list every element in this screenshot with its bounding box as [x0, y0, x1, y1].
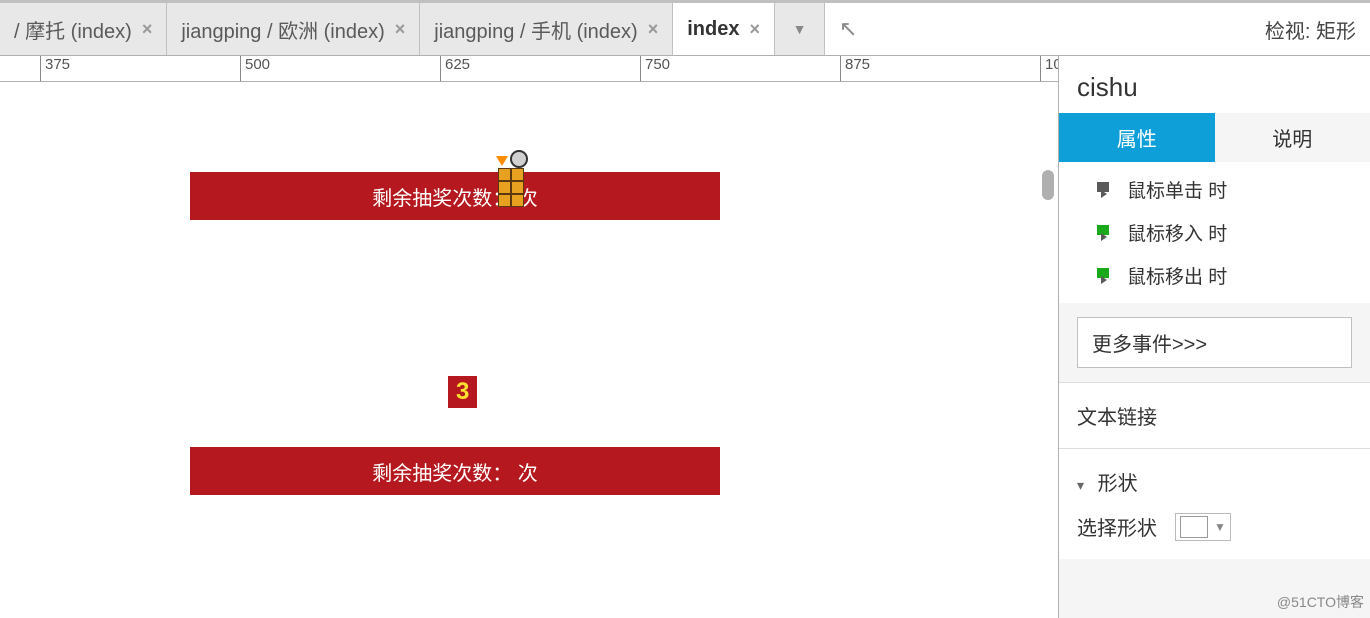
cursor-in-icon — [1097, 225, 1117, 241]
tab-phone[interactable]: jiangping / 手机 (index) × — [420, 3, 673, 55]
section-label: 文本链接 — [1077, 407, 1157, 429]
ruler-tick: 10 — [1040, 56, 1058, 81]
shape-selector-row: 选择形状 ▼ — [1077, 512, 1352, 541]
tab-europe[interactable]: jiangping / 欧洲 (index) × — [167, 3, 420, 55]
tab-label: jiangping / 欧洲 (index) — [181, 15, 384, 44]
cishu-widget[interactable]: 3 — [448, 376, 477, 408]
tab-moto[interactable]: / 摩托 (index) × — [0, 3, 167, 55]
close-icon[interactable]: × — [395, 19, 406, 40]
right-toolbar: ↖ 检视: 矩形 — [825, 3, 1370, 55]
horizontal-ruler: 375 500 625 750 875 10 — [0, 56, 1058, 82]
number-value: 3 — [456, 378, 469, 405]
section-label: 形状 — [1098, 473, 1138, 495]
tab-dropdown-button[interactable]: ▼ — [775, 3, 825, 55]
text-link-section[interactable]: 文本链接 — [1059, 382, 1370, 448]
event-label: 鼠标单击 时 — [1127, 176, 1227, 203]
workspace: 375 500 625 750 875 10 剩余抽奖次数： 次 3 — [0, 56, 1370, 618]
cursor-icon — [1097, 182, 1117, 198]
shape-dropdown[interactable]: ▼ — [1175, 513, 1231, 541]
event-mouseenter[interactable]: 鼠标移入 时 — [1059, 211, 1370, 254]
chevron-down-icon: ▼ — [1214, 520, 1226, 534]
canvas-area[interactable]: 375 500 625 750 875 10 剩余抽奖次数： 次 3 — [0, 56, 1058, 618]
lottery-count-bar-2[interactable]: 剩余抽奖次数： 次 — [190, 447, 720, 495]
ruler-tick: 500 — [240, 56, 270, 81]
select-shape-label: 选择形状 — [1077, 512, 1157, 541]
tab-properties[interactable]: 属性 — [1059, 113, 1215, 162]
tab-index[interactable]: index × — [673, 3, 775, 55]
arrow-upleft-icon[interactable]: ↖ — [839, 16, 857, 42]
tab-label: / 摩托 (index) — [14, 15, 132, 44]
ruler-tick: 750 — [640, 56, 670, 81]
shape-section[interactable]: ▾ 形状 选择形状 ▼ — [1059, 448, 1370, 559]
tab-label: index — [687, 18, 739, 41]
ruler-tick: 625 — [440, 56, 470, 81]
stack-icon — [498, 168, 524, 207]
more-events-button[interactable]: 更多事件>>> — [1077, 317, 1352, 368]
event-click[interactable]: 鼠标单击 时 — [1059, 168, 1370, 211]
close-icon[interactable]: × — [648, 19, 659, 40]
inspector-panel: cishu 属性 说明 鼠标单击 时 鼠标移入 时 鼠标移出 时 更多事件>>>… — [1058, 56, 1370, 618]
cursor-out-icon — [1097, 268, 1117, 284]
close-icon[interactable]: × — [142, 19, 153, 40]
widget-name[interactable]: cishu — [1059, 56, 1370, 113]
shape-swatch-icon — [1180, 516, 1208, 538]
canvas[interactable]: 剩余抽奖次数： 次 3 剩余抽奖次数： 次 — [0, 82, 1058, 618]
panel-tabs: 属性 说明 — [1059, 113, 1370, 162]
close-icon[interactable]: × — [749, 19, 760, 40]
ruler-tick: 375 — [40, 56, 70, 81]
lottery-count-bar-1[interactable]: 剩余抽奖次数： 次 — [190, 172, 720, 220]
tab-label: jiangping / 手机 (index) — [434, 15, 637, 44]
tab-notes[interactable]: 说明 — [1215, 113, 1370, 162]
event-label: 鼠标移出 时 — [1127, 262, 1227, 289]
watermark: @51CTO博客 — [1277, 592, 1364, 612]
scrollbar-thumb[interactable] — [1042, 170, 1054, 200]
bar-text: 剩余抽奖次数： 次 — [372, 457, 538, 486]
event-mouseleave[interactable]: 鼠标移出 时 — [1059, 254, 1370, 297]
events-list: 鼠标单击 时 鼠标移入 时 鼠标移出 时 — [1059, 162, 1370, 303]
triangle-icon — [496, 156, 508, 166]
inspect-label: 检视: 矩形 — [1265, 15, 1356, 44]
chevron-down-icon: ▾ — [1077, 477, 1084, 493]
event-label: 鼠标移入 时 — [1127, 219, 1227, 246]
ruler-tick: 875 — [840, 56, 870, 81]
chevron-down-icon: ▼ — [793, 21, 807, 37]
circle-icon — [510, 150, 528, 168]
tabs-bar: / 摩托 (index) × jiangping / 欧洲 (index) × … — [0, 3, 1370, 56]
